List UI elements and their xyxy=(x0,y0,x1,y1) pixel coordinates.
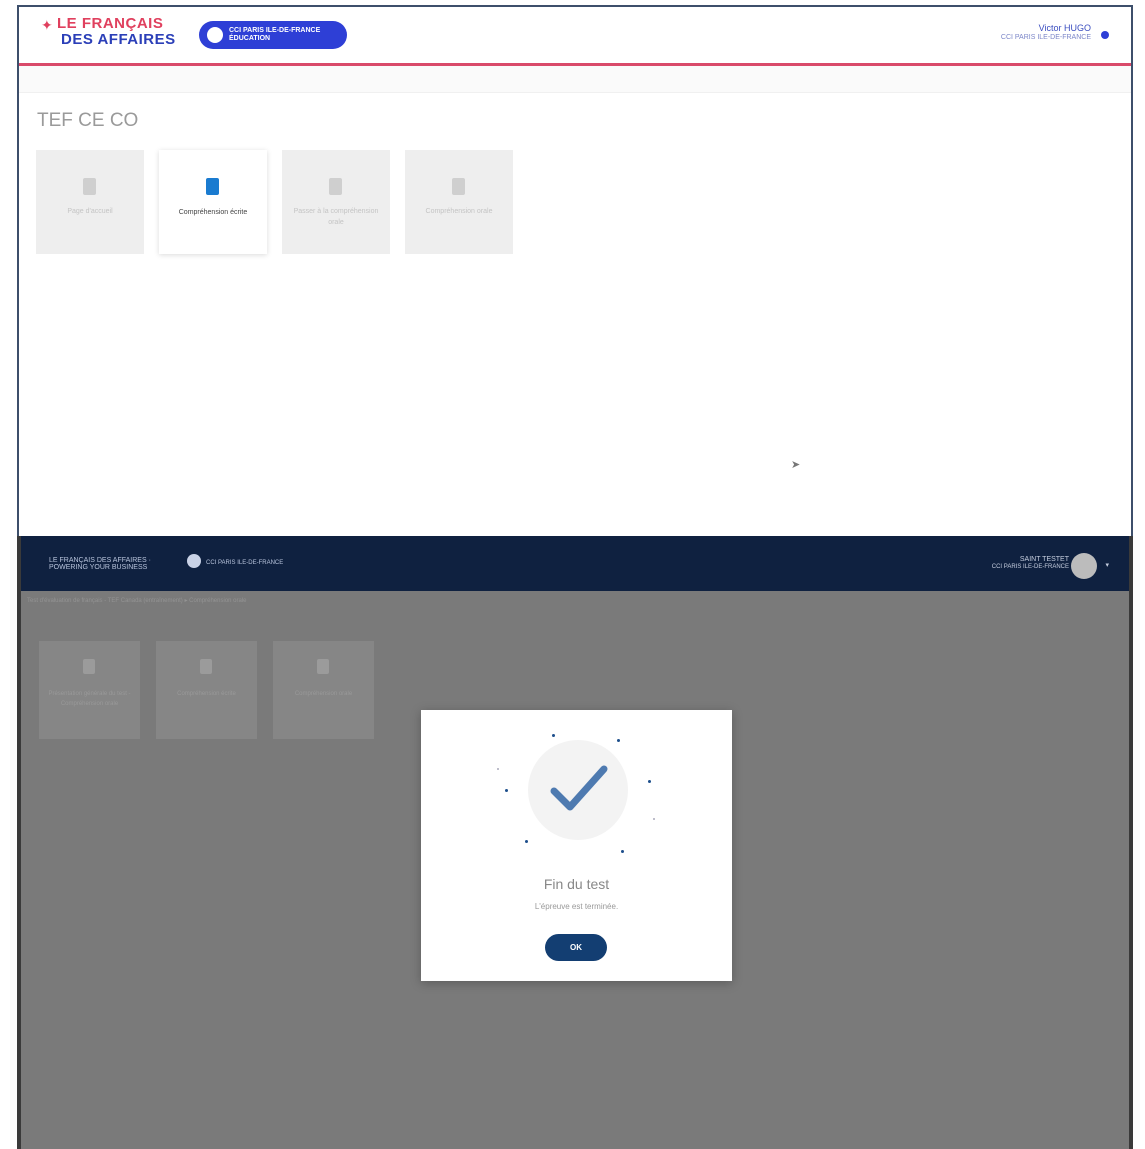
user-name: SAINT TESTET xyxy=(1019,556,1069,563)
bottom-screenshot: LE FRANÇAIS DES AFFAIRES · POWERING YOUR… xyxy=(17,536,1133,1149)
tile-label: Présentation générale du test - Compréhe… xyxy=(48,691,131,707)
user-dot-icon[interactable] xyxy=(1101,31,1109,39)
tile-label: Page d'accueil xyxy=(67,208,113,215)
page-title: TEF CE CO xyxy=(37,110,139,131)
tile-label: Passer à la compréhension orale xyxy=(293,208,379,226)
chevron-down-icon[interactable]: ▾ xyxy=(1105,561,1109,569)
tile-go-to-oral[interactable]: Passer à la compréhension orale xyxy=(282,150,390,254)
logo-line1: LE FRANÇAIS xyxy=(57,15,164,32)
document-icon xyxy=(83,659,95,674)
tile-oral-comprehension[interactable]: Compréhension orale xyxy=(405,150,513,254)
document-icon xyxy=(206,178,219,195)
top-screenshot: ✦ LE FRANÇAIS DES AFFAIRES CCI PARIS ILE… xyxy=(17,5,1133,536)
tile-home[interactable]: Page d'accueil xyxy=(36,150,144,254)
tile-written-comprehension: Compréhension écrite xyxy=(156,641,257,739)
tile-label: Compréhension orale xyxy=(425,208,493,215)
cursor-icon: ➤ xyxy=(791,459,801,471)
user-info[interactable]: SAINT TESTET CCI PARIS ILE-DE-FRANCE xyxy=(939,556,1069,570)
confetti-dot xyxy=(552,734,555,737)
document-icon xyxy=(452,178,465,195)
confetti-dot xyxy=(653,818,655,820)
cci-badge-text: CCI PARIS ILE-DE-FRANCE ÉDUCATION xyxy=(229,27,321,42)
modal-subtitle: L'épreuve est terminée. xyxy=(534,902,619,911)
document-icon xyxy=(83,178,96,195)
cci-logo-icon xyxy=(187,554,201,568)
confetti-dot xyxy=(617,739,620,742)
user-name: Victor HUGO xyxy=(1038,23,1091,33)
tile-written-comprehension[interactable]: Compréhension écrite xyxy=(159,150,267,254)
ok-button[interactable]: OK xyxy=(545,934,607,961)
end-of-test-modal: Fin du test L'épreuve est terminée. OK xyxy=(421,710,732,981)
tile-label: Compréhension écrite xyxy=(177,691,236,697)
tile-presentation: Présentation générale du test - Compréhe… xyxy=(39,641,140,739)
logo-line2: DES AFFAIRES xyxy=(61,31,176,48)
user-org: CCI PARIS ILE-DE-FRANCE xyxy=(991,564,1069,570)
sub-header-band xyxy=(19,66,1131,93)
document-icon xyxy=(329,178,342,195)
document-icon xyxy=(317,659,329,674)
cci-text: CCI PARIS ILE-DE-FRANCE xyxy=(206,560,284,566)
bottom-header: LE FRANÇAIS DES AFFAIRES · POWERING YOUR… xyxy=(21,536,1129,591)
modal-title: Fin du test xyxy=(543,876,610,892)
tile-label: Compréhension écrite xyxy=(178,209,248,216)
cci-logo-icon xyxy=(207,27,223,43)
star-icon: ✦ xyxy=(41,17,53,33)
confetti-dot xyxy=(525,840,528,843)
confetti-dot xyxy=(497,768,499,770)
top-header: ✦ LE FRANÇAIS DES AFFAIRES CCI PARIS ILE… xyxy=(19,7,1131,66)
tile-oral-comprehension: Compréhension orale xyxy=(273,641,374,739)
document-icon xyxy=(200,659,212,674)
checkmark-icon xyxy=(550,765,608,811)
avatar-icon[interactable] xyxy=(1071,553,1097,579)
breadcrumb[interactable]: Test d'évaluation de français - TEF Cana… xyxy=(27,597,387,604)
tile-label: Compréhension orale xyxy=(294,691,353,697)
confetti-dot xyxy=(648,780,651,783)
confetti-dot xyxy=(621,850,624,853)
lfda-logo-small[interactable]: LE FRANÇAIS DES AFFAIRES · POWERING YOUR… xyxy=(49,557,179,571)
user-info[interactable]: Victor HUGO CCI PARIS ILE-DE-FRANCE xyxy=(951,23,1091,41)
user-org: CCI PARIS ILE-DE-FRANCE xyxy=(1000,34,1091,41)
success-badge xyxy=(528,740,628,840)
cci-education-badge[interactable]: CCI PARIS ILE-DE-FRANCE ÉDUCATION xyxy=(199,21,347,49)
confetti-dot xyxy=(505,789,508,792)
